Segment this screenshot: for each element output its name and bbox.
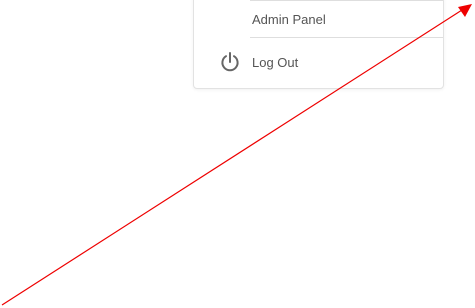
screen: Admin Panel Log Out [0, 0, 475, 308]
menu-item-log-out[interactable]: Log Out [194, 47, 443, 77]
power-icon [218, 50, 242, 74]
user-dropdown-menu: Admin Panel Log Out [193, 0, 444, 89]
menu-divider [250, 37, 443, 38]
menu-item-admin-panel[interactable]: Admin Panel [194, 1, 443, 37]
arrow-head [458, 4, 472, 17]
menu-item-label: Log Out [252, 54, 299, 70]
menu-item-label: Admin Panel [252, 11, 326, 27]
